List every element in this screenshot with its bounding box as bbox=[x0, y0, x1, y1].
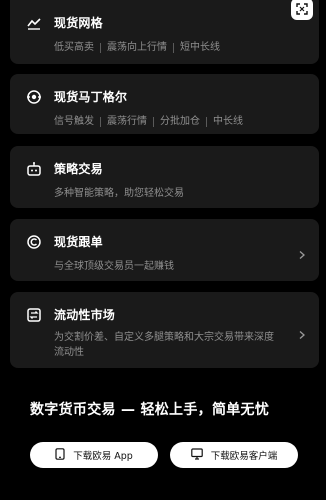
card-title: 策略交易 bbox=[54, 162, 103, 176]
tag: 中长线 bbox=[213, 116, 243, 127]
download-app-button[interactable]: 下载欧易 App bbox=[30, 442, 158, 468]
tag-divider bbox=[173, 42, 174, 53]
card-title: 流动性市场 bbox=[54, 308, 116, 322]
card-description: 为交割价差、自定义多腿策略和大宗交易带来深度流动性 bbox=[54, 332, 274, 358]
trading-products-page: 现货网格 低买高卖 震荡向上行情 短中长线 现货马丁格尔 信号触发 震荡行情 分… bbox=[0, 0, 326, 500]
card-title: 现货跟单 bbox=[54, 235, 103, 249]
tag-divider bbox=[206, 116, 207, 127]
card-tags: 低买高卖 震荡向上行情 短中长线 bbox=[26, 40, 303, 55]
card-spot-grid[interactable]: 现货网格 低买高卖 震荡向上行情 短中长线 bbox=[10, 0, 319, 64]
tag: 低买高卖 bbox=[54, 42, 94, 53]
card-title: 现货网格 bbox=[54, 16, 103, 30]
card-strategy-trading[interactable]: 策略交易 多种智能策略，助您轻松交易 bbox=[10, 146, 319, 208]
copy-trade-icon bbox=[26, 234, 42, 250]
tag-divider bbox=[153, 116, 154, 127]
martingale-icon bbox=[26, 89, 42, 105]
download-client-label: 下载欧易客户端 bbox=[210, 451, 278, 462]
expand-button[interactable] bbox=[291, 0, 313, 20]
download-client-button[interactable]: 下载欧易客户端 bbox=[170, 442, 298, 468]
tagline: 数字货币交易 — 轻松上手，简单无忧 bbox=[30, 402, 270, 418]
tag-divider bbox=[100, 42, 101, 53]
download-app-label: 下载欧易 App bbox=[73, 451, 133, 462]
monitor-icon bbox=[190, 447, 211, 463]
card-spot-martingale[interactable]: 现货马丁格尔 信号触发 震荡行情 分批加仓 中长线 bbox=[10, 74, 319, 134]
card-description: 与全球顶级交易员一起赚钱 bbox=[54, 261, 174, 272]
card-liquidity-market[interactable]: 流动性市场 为交割价差、自定义多腿策略和大宗交易带来深度流动性 bbox=[10, 292, 319, 368]
robot-icon bbox=[26, 161, 42, 177]
card-copy-trading[interactable]: 现货跟单 与全球顶级交易员一起赚钱 bbox=[10, 219, 319, 281]
tag: 震荡行情 bbox=[107, 116, 147, 127]
tag: 短中长线 bbox=[180, 42, 220, 53]
grid-chart-icon bbox=[26, 15, 42, 31]
liquidity-icon bbox=[26, 307, 42, 323]
expand-icon bbox=[296, 0, 308, 19]
chevron-right-icon bbox=[297, 325, 307, 339]
tag: 震荡向上行情 bbox=[107, 42, 167, 53]
tag-divider bbox=[100, 116, 101, 127]
card-title: 现货马丁格尔 bbox=[54, 90, 128, 104]
card-tags: 信号触发 震荡行情 分批加仓 中长线 bbox=[26, 114, 303, 129]
tag: 信号触发 bbox=[54, 116, 94, 127]
phone-icon bbox=[55, 447, 73, 463]
tag: 分批加仓 bbox=[160, 116, 200, 127]
card-description: 多种智能策略，助您轻松交易 bbox=[54, 188, 184, 199]
chevron-right-icon bbox=[297, 245, 307, 259]
